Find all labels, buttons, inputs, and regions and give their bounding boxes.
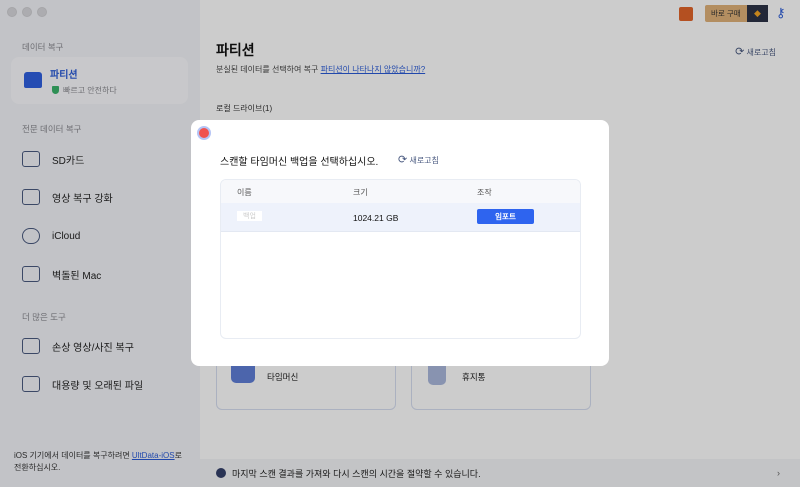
backup-table: 이름 크기 조작 백업 1024.21 GB 임포트 — [220, 179, 581, 339]
dialog-refresh-button[interactable]: ⟳ 새로고침 — [398, 153, 439, 166]
dialog-title: 스캔할 타임머신 백업을 선택하십시오. — [220, 157, 379, 168]
time-machine-dialog: 스캔할 타임머신 백업을 선택하십시오. ⟳ 새로고침 이름 크기 조작 백업 … — [191, 120, 609, 366]
table-header: 이름 크기 조작 — [221, 180, 580, 203]
refresh-icon: ⟳ — [398, 154, 408, 166]
refresh-label: 새로고침 — [409, 156, 439, 165]
column-name: 이름 — [237, 188, 252, 197]
table-row[interactable]: 백업 1024.21 GB 임포트 — [221, 203, 580, 232]
backup-size: 1024.21 GB — [353, 213, 399, 223]
close-dialog-button[interactable] — [199, 128, 209, 138]
backup-name: 백업 — [237, 211, 262, 221]
column-size: 크기 — [353, 188, 368, 197]
column-action: 조작 — [477, 188, 492, 197]
import-button[interactable]: 임포트 — [477, 209, 534, 224]
